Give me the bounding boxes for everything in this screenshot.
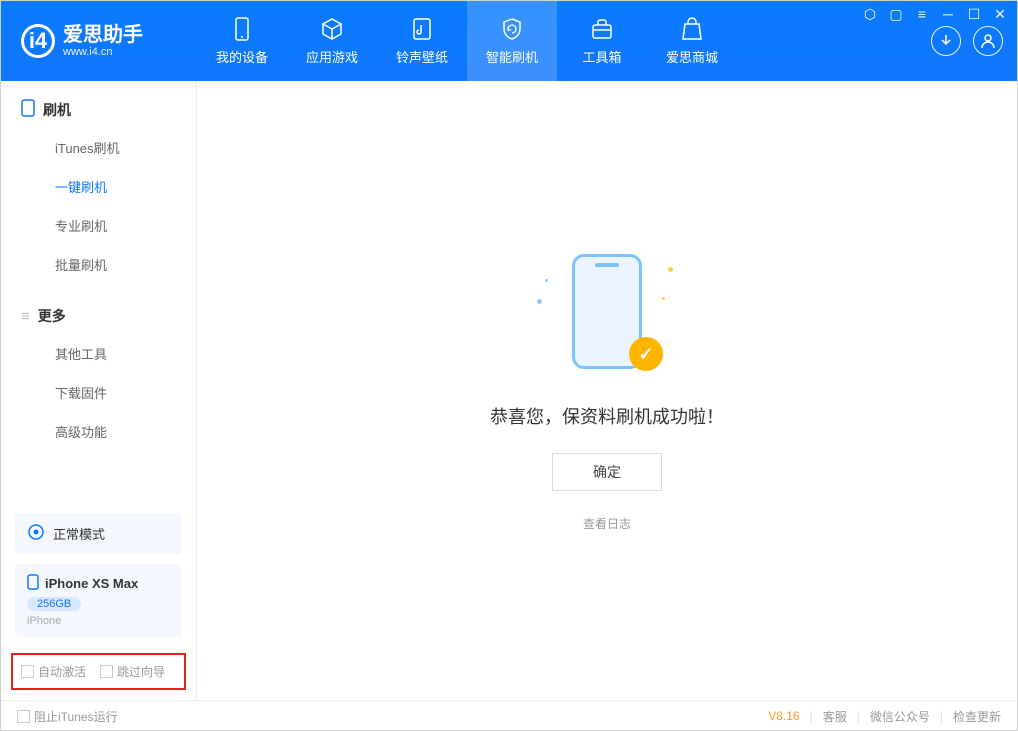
checkmark-badge-icon: ✓ [629,337,663,371]
shirt-icon[interactable]: ⬡ [862,6,878,23]
mode-label: 正常模式 [53,524,105,543]
checkbox-label: 阻止iTunes运行 [34,708,118,725]
cube-icon [320,17,344,41]
header: i4 爱思助手 www.i4.cn 我的设备 应用游戏 铃声壁纸 智能刷机 工具… [1,1,1017,81]
footer-link-wechat[interactable]: 微信公众号 [870,708,930,725]
separator: | [857,709,860,723]
tab-ringtones-wallpapers[interactable]: 铃声壁纸 [377,1,467,81]
separator: | [810,709,813,723]
success-message: 恭喜您，保资料刷机成功啦！ [490,403,724,429]
logo[interactable]: i4 爱思助手 www.i4.cn [1,24,197,58]
sidebar-item-pro-flash[interactable]: 专业刷机 [1,206,196,245]
minimize-button[interactable]: ─ [940,6,956,23]
tab-label: 爱思商城 [666,47,718,66]
user-button[interactable] [973,26,1003,56]
sidebar-header-label: 刷机 [43,100,71,120]
sidebar: 刷机 iTunes刷机 一键刷机 专业刷机 批量刷机 ≡ 更多 其他工具 下载固… [1,81,197,700]
checkbox-auto-activate[interactable]: 自动激活 [21,663,86,680]
sidebar-header-label: 更多 [38,306,66,326]
sidebar-item-oneclick-flash[interactable]: 一键刷机 [1,167,196,206]
phone-icon [21,99,35,120]
sidebar-section-flash: 刷机 iTunes刷机 一键刷机 专业刷机 批量刷机 [1,81,196,288]
tab-my-device[interactable]: 我的设备 [197,1,287,81]
tab-label: 铃声壁纸 [396,47,448,66]
body: 刷机 iTunes刷机 一键刷机 专业刷机 批量刷机 ≡ 更多 其他工具 下载固… [1,81,1017,700]
tab-store[interactable]: 爱思商城 [647,1,737,81]
version-label: V8.16 [768,709,799,723]
sparkle-icon [662,297,665,300]
sparkle-icon [668,267,673,272]
checkbox-label: 自动激活 [38,663,86,680]
device-name-row: iPhone XS Max [27,574,170,593]
sidebar-item-other-tools[interactable]: 其他工具 [1,334,196,373]
checkbox-skip-guide[interactable]: 跳过向导 [100,663,165,680]
toolbox-icon [590,17,614,41]
shield-refresh-icon [500,17,524,41]
app-title: 爱思助手 [63,24,143,46]
checkbox-icon [17,710,30,723]
checkbox-label: 跳过向导 [117,663,165,680]
separator: | [940,709,943,723]
tab-apps-games[interactable]: 应用游戏 [287,1,377,81]
tab-label: 应用游戏 [306,47,358,66]
sidebar-item-advanced[interactable]: 高级功能 [1,412,196,451]
menu-icon[interactable]: ≡ [914,6,930,23]
sidebar-item-batch-flash[interactable]: 批量刷机 [1,245,196,284]
mode-icon [27,523,45,544]
close-button[interactable]: ✕ [992,6,1008,23]
tab-toolbox[interactable]: 工具箱 [557,1,647,81]
download-button[interactable] [931,26,961,56]
sidebar-header-flash: 刷机 [1,99,196,120]
sparkle-icon [545,279,548,282]
ok-button[interactable]: 确定 [552,453,662,491]
checkbox-block-itunes[interactable]: 阻止iTunes运行 [17,708,118,725]
device-type: iPhone [27,615,170,627]
device-name: iPhone XS Max [45,576,138,591]
maximize-button[interactable]: ☐ [966,6,982,23]
checkbox-icon [21,665,34,678]
window-controls: ⬡ ▢ ≡ ─ ☐ ✕ [862,6,1008,23]
sidebar-header-more: ≡ 更多 [1,306,196,326]
tab-smart-flash[interactable]: 智能刷机 [467,1,557,81]
mode-box[interactable]: 正常模式 [15,513,182,554]
success-illustration: ✓ [537,249,677,379]
logo-icon: i4 [21,24,55,58]
sidebar-item-itunes-flash[interactable]: iTunes刷机 [1,128,196,167]
nav-tabs: 我的设备 应用游戏 铃声壁纸 智能刷机 工具箱 爱思商城 [197,1,737,81]
footer-right: V8.16 | 客服 | 微信公众号 | 检查更新 [768,708,1001,725]
checkbox-icon [100,665,113,678]
device-icon [230,17,254,41]
list-icon: ≡ [21,308,30,325]
footer: 阻止iTunes运行 V8.16 | 客服 | 微信公众号 | 检查更新 [1,700,1017,731]
music-file-icon [410,17,434,41]
phone-small-icon [27,574,39,593]
sidebar-section-more: ≡ 更多 其他工具 下载固件 高级功能 [1,288,196,455]
device-box[interactable]: iPhone XS Max 256GB iPhone [15,564,182,637]
logo-text: 爱思助手 www.i4.cn [63,24,143,58]
app-url: www.i4.cn [63,46,143,58]
view-log-link[interactable]: 查看日志 [583,515,631,532]
footer-link-update[interactable]: 检查更新 [953,708,1001,725]
device-storage: 256GB [27,597,81,611]
lock-icon[interactable]: ▢ [888,6,904,23]
highlight-checks: 自动激活 跳过向导 [11,653,186,690]
shopping-bag-icon [680,17,704,41]
sidebar-item-download-firmware[interactable]: 下载固件 [1,373,196,412]
header-right [931,26,1017,56]
tab-label: 智能刷机 [486,47,538,66]
main-content: ✓ 恭喜您，保资料刷机成功啦！ 确定 查看日志 [197,81,1017,700]
tab-label: 工具箱 [582,47,621,66]
sparkle-icon [537,299,542,304]
tab-label: 我的设备 [216,47,268,66]
footer-link-support[interactable]: 客服 [823,708,847,725]
